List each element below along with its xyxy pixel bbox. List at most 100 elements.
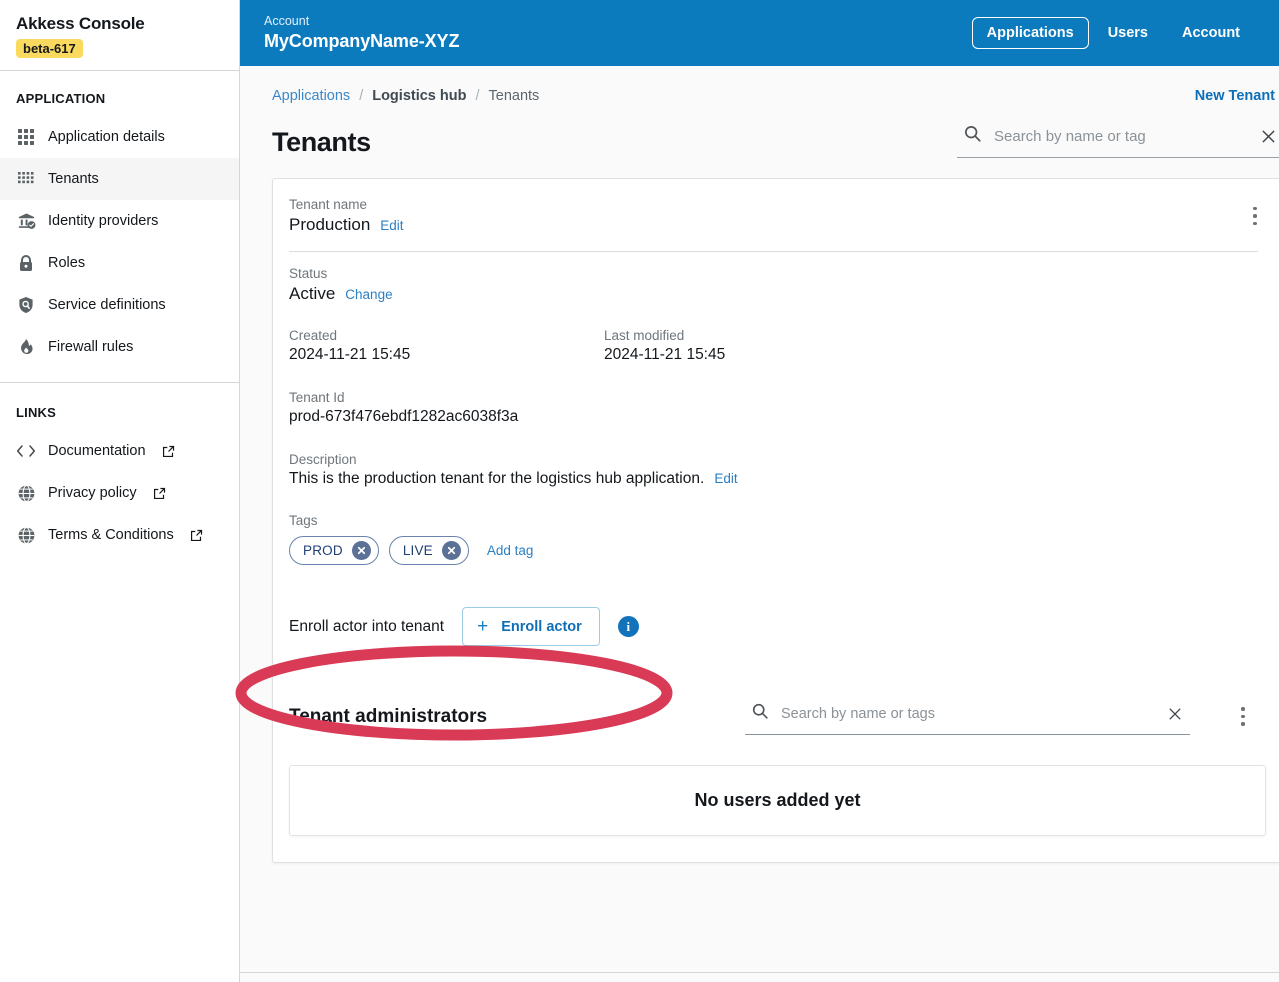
tenant-id-value: prod-673f476ebdf1282ac6038f3a [289, 408, 1258, 426]
breadcrumb-applications[interactable]: Applications [272, 88, 350, 104]
breadcrumb-tenants: Tenants [489, 88, 540, 104]
breadcrumb-logistics-hub[interactable]: Logistics hub [372, 88, 466, 104]
globe-icon [16, 483, 36, 503]
remove-tag-icon[interactable] [442, 541, 461, 560]
tenant-administrators-header: Tenant administrators [289, 698, 1258, 735]
top-header: Account MyCompanyName-XYZ Applications U… [240, 0, 1279, 66]
tenant-detail-card: Tenant name Production Edit Status Activ… [272, 178, 1279, 863]
account-block: Account MyCompanyName-XYZ [264, 14, 459, 52]
administrators-empty-state: No users added yet [289, 765, 1266, 836]
content-area: Applications / Logistics hub / Tenants N… [240, 66, 1279, 972]
tenant-description-field: Description This is the production tenan… [289, 452, 1258, 488]
remove-tag-icon[interactable] [352, 541, 371, 560]
tenant-created-field: Created 2024-11-21 15:45 [289, 328, 604, 364]
version-badge: beta-617 [16, 39, 83, 58]
enroll-actor-label: Enroll actor into tenant [289, 618, 444, 636]
tenant-description-label: Description [289, 452, 1258, 467]
tenant-status-value: Active [289, 284, 335, 304]
tenant-name-label: Tenant name [289, 197, 1258, 212]
kebab-menu-icon[interactable] [1267, 18, 1279, 48]
sidebar-item-label: Service definitions [48, 297, 166, 313]
sidebar: Akkess Console beta-617 APPLICATION Appl… [0, 0, 240, 982]
tag-chip[interactable]: PROD [289, 536, 379, 565]
new-tenant-button[interactable]: New Tenant [1195, 88, 1279, 104]
sidebar-item-tenants[interactable]: Tenants [0, 158, 239, 200]
top-nav-applications[interactable]: Applications [972, 17, 1089, 49]
lock-icon [16, 253, 36, 273]
sidebar-item-roles[interactable]: Roles [0, 242, 239, 284]
tenant-name-field: Tenant name Production Edit [289, 197, 1258, 235]
page-title: Tenants [272, 127, 371, 158]
tenant-modified-value: 2024-11-21 15:45 [604, 346, 725, 364]
tenant-description-edit-link[interactable]: Edit [714, 471, 737, 486]
sidebar-item-label: Privacy policy [48, 485, 137, 501]
tenant-name-edit-link[interactable]: Edit [380, 218, 403, 233]
breadcrumb-row: Applications / Logistics hub / Tenants N… [256, 66, 1279, 104]
top-nav-users[interactable]: Users [1093, 17, 1163, 49]
sidebar-item-privacy-policy[interactable]: Privacy policy [0, 472, 239, 514]
tenant-dates-row: Created 2024-11-21 15:45 Last modified 2… [289, 328, 1258, 364]
tenant-status-label: Status [289, 266, 1258, 281]
tenant-overflow-menu-icon[interactable] [1242, 201, 1268, 231]
tenant-status-field: Status Active Change [289, 266, 1258, 304]
search-input[interactable] [994, 128, 1247, 145]
sidebar-section-links: LINKS Documentation [0, 382, 239, 570]
tenant-created-value: 2024-11-21 15:45 [289, 346, 604, 364]
grid-icon [16, 127, 36, 147]
tag-chip-label: LIVE [403, 543, 433, 558]
bank-check-icon [16, 211, 36, 231]
tenant-tags-list: PROD LIVE [289, 536, 1258, 565]
sidebar-item-label: Application details [48, 129, 165, 145]
tenant-modified-field: Last modified 2024-11-21 15:45 [604, 328, 725, 364]
external-link-icon [190, 529, 203, 542]
sidebar-section-application: APPLICATION Application details [0, 71, 239, 382]
tenant-created-label: Created [289, 328, 604, 343]
sidebar-item-service-definitions[interactable]: Service definitions [0, 284, 239, 326]
sidebar-item-terms-conditions[interactable]: Terms & Conditions [0, 514, 239, 556]
tenant-status-value-row: Active Change [289, 284, 1258, 304]
tenant-modified-label: Last modified [604, 328, 725, 343]
add-tag-link[interactable]: Add tag [487, 543, 534, 558]
sidebar-item-identity-providers[interactable]: Identity providers [0, 200, 239, 242]
tenant-description-value: This is the production tenant for the lo… [289, 470, 704, 488]
sidebar-item-label: Terms & Conditions [48, 527, 174, 543]
sidebar-item-application-details[interactable]: Application details [0, 116, 239, 158]
enroll-actor-button-label: Enroll actor [501, 619, 582, 635]
sidebar-item-label: Identity providers [48, 213, 158, 229]
administrators-search-bar [745, 698, 1190, 735]
sidebar-heading-links: LINKS [0, 405, 239, 430]
account-label: Account [264, 14, 459, 30]
title-row: Tenants [256, 104, 1279, 158]
tenant-administrators-title: Tenant administrators [289, 706, 719, 728]
sidebar-item-documentation[interactable]: Documentation [0, 430, 239, 472]
tag-chip[interactable]: LIVE [389, 536, 469, 565]
plus-icon: + [477, 617, 488, 636]
close-icon[interactable] [1259, 127, 1277, 145]
tag-chip-label: PROD [303, 543, 343, 558]
top-nav-account[interactable]: Account [1167, 17, 1255, 49]
empty-state-text: No users added yet [694, 790, 860, 811]
account-name: MyCompanyName-XYZ [264, 31, 459, 52]
tenant-name-value-row: Production Edit [289, 215, 1258, 235]
sidebar-heading-application: APPLICATION [0, 91, 239, 116]
breadcrumb: Applications / Logistics hub / Tenants [272, 88, 539, 104]
sidebar-item-firewall-rules[interactable]: Firewall rules [0, 326, 239, 368]
enroll-actor-button[interactable]: + Enroll actor [462, 607, 600, 646]
close-icon[interactable] [1166, 705, 1184, 723]
breadcrumb-separator: / [359, 88, 363, 104]
shield-search-icon [16, 295, 36, 315]
search-icon [751, 702, 769, 725]
info-icon[interactable]: i [618, 616, 639, 637]
administrators-overflow-menu-icon[interactable] [1230, 702, 1256, 732]
sidebar-item-label: Documentation [48, 443, 146, 459]
sidebar-item-label: Tenants [48, 171, 99, 187]
tenant-status-change-link[interactable]: Change [345, 287, 392, 302]
tenant-tags-label: Tags [289, 513, 1258, 528]
tenant-name-value: Production [289, 215, 370, 235]
main-area: Account MyCompanyName-XYZ Applications U… [240, 0, 1279, 982]
tenant-description-value-row: This is the production tenant for the lo… [289, 470, 1258, 488]
top-navigation: Applications Users Account [972, 17, 1279, 49]
tenant-tags-field: Tags PROD LIVE [289, 513, 1258, 565]
administrators-search-input[interactable] [781, 706, 1154, 722]
dots-grid-icon [16, 169, 36, 189]
